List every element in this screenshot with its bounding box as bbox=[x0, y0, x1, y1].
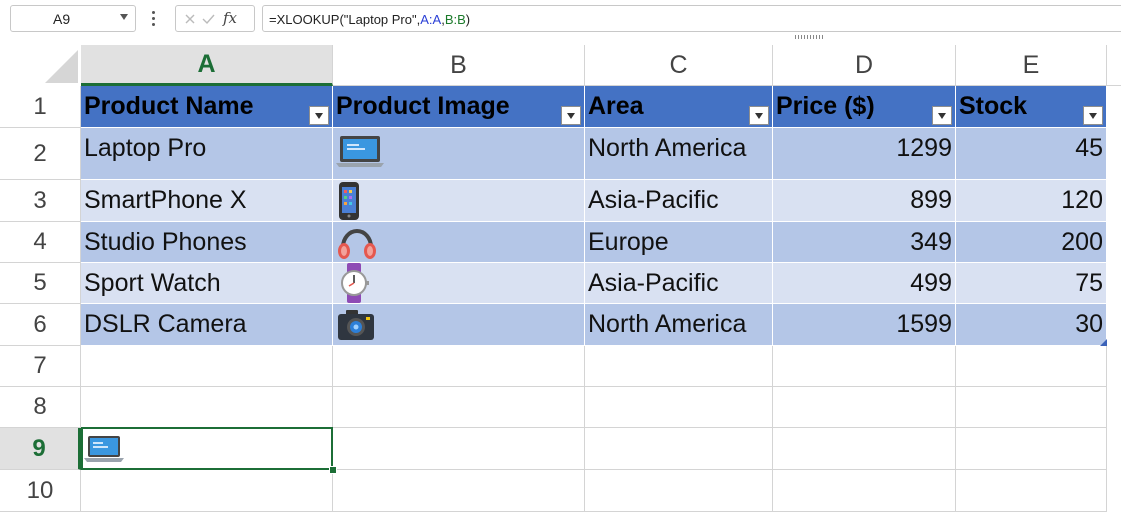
cell-selection-outline bbox=[81, 427, 333, 470]
table-cell[interactable]: 75 bbox=[956, 263, 1107, 304]
column-header-f[interactable] bbox=[1107, 45, 1121, 86]
empty-cell[interactable] bbox=[773, 346, 956, 387]
formula-ref-b: B:B bbox=[444, 12, 466, 27]
empty-cell[interactable] bbox=[773, 428, 956, 470]
empty-cell[interactable] bbox=[333, 387, 585, 428]
formula-ref-a: A:A bbox=[420, 12, 442, 27]
empty-cell[interactable] bbox=[585, 428, 773, 470]
filter-dropdown-icon[interactable] bbox=[1083, 106, 1103, 125]
table-header-cell[interactable]: Stock bbox=[956, 86, 1107, 128]
empty-cell[interactable] bbox=[333, 470, 585, 512]
table-cell[interactable]: 899 bbox=[773, 180, 956, 222]
table-cell[interactable]: 200 bbox=[956, 222, 1107, 263]
formula-bar-resize-grip[interactable] bbox=[795, 35, 825, 39]
table-cell[interactable]: 30 bbox=[956, 304, 1107, 346]
column-header-b[interactable]: B bbox=[333, 45, 585, 86]
row-header-3[interactable]: 3 bbox=[0, 180, 81, 222]
fill-handle[interactable] bbox=[329, 466, 337, 474]
row-header-10[interactable]: 10 bbox=[0, 470, 81, 512]
empty-cell[interactable] bbox=[81, 387, 333, 428]
camera-icon bbox=[338, 309, 374, 340]
table-cell[interactable]: North America bbox=[585, 128, 773, 180]
row-header-4[interactable]: 4 bbox=[0, 222, 81, 263]
smartphone-icon bbox=[339, 181, 359, 220]
header-label-stock: Stock bbox=[959, 92, 1028, 120]
table-cell[interactable]: 1599 bbox=[773, 304, 956, 346]
empty-cell[interactable] bbox=[956, 346, 1107, 387]
table-header-cell[interactable]: Price ($) bbox=[773, 86, 956, 128]
filter-dropdown-icon[interactable] bbox=[561, 106, 581, 125]
table-cell[interactable] bbox=[333, 180, 585, 222]
header-label-area: Area bbox=[588, 92, 644, 120]
laptop-icon bbox=[336, 136, 384, 167]
headphones-icon bbox=[338, 229, 376, 259]
filter-dropdown-icon[interactable] bbox=[749, 106, 769, 125]
empty-cell[interactable] bbox=[333, 428, 585, 470]
table-cell[interactable]: DSLR Camera bbox=[81, 304, 333, 346]
name-box-value: A9 bbox=[53, 11, 71, 27]
watch-icon bbox=[341, 263, 369, 303]
header-label-product-name: Product Name bbox=[84, 92, 254, 120]
table-cell[interactable]: Europe bbox=[585, 222, 773, 263]
table-cell[interactable]: 499 bbox=[773, 263, 956, 304]
filter-dropdown-icon[interactable] bbox=[309, 106, 329, 125]
column-header-e[interactable]: E bbox=[956, 45, 1107, 86]
table-header-cell[interactable]: Product Image bbox=[333, 86, 585, 128]
table-cell[interactable]: Studio Phones bbox=[81, 222, 333, 263]
empty-cell[interactable] bbox=[585, 387, 773, 428]
table-cell[interactable]: 1299 bbox=[773, 128, 956, 180]
formula-buttons: fx bbox=[175, 5, 255, 32]
row-header-1[interactable]: 1 bbox=[0, 86, 81, 128]
empty-cell[interactable] bbox=[81, 346, 333, 387]
filter-dropdown-icon[interactable] bbox=[932, 106, 952, 125]
column-header-c[interactable]: C bbox=[585, 45, 773, 86]
row-header-8[interactable]: 8 bbox=[0, 387, 81, 428]
empty-cell[interactable] bbox=[333, 346, 585, 387]
empty-cell[interactable] bbox=[773, 387, 956, 428]
table-cell[interactable]: Sport Watch bbox=[81, 263, 333, 304]
table-cell[interactable]: Laptop Pro bbox=[81, 128, 333, 180]
table-cell[interactable] bbox=[333, 263, 585, 304]
table-cell[interactable] bbox=[333, 128, 585, 180]
name-box[interactable]: A9 bbox=[10, 5, 136, 32]
row-header-7[interactable]: 7 bbox=[0, 346, 81, 387]
table-cell[interactable] bbox=[333, 222, 585, 263]
empty-cell[interactable] bbox=[81, 470, 333, 512]
formula-text: =XLOOKUP("Laptop Pro", bbox=[269, 12, 421, 27]
insert-function-icon[interactable]: fx bbox=[223, 9, 237, 27]
more-options-icon[interactable] bbox=[152, 11, 155, 27]
empty-cell[interactable] bbox=[956, 387, 1107, 428]
table-cell[interactable]: Asia-Pacific bbox=[585, 263, 773, 304]
table-cell[interactable] bbox=[333, 304, 585, 346]
row-header-6[interactable]: 6 bbox=[0, 304, 81, 346]
formula-input[interactable]: =XLOOKUP("Laptop Pro",A:A,B:B) bbox=[262, 5, 1121, 32]
row-header-5[interactable]: 5 bbox=[0, 263, 81, 304]
formula-close: ) bbox=[465, 12, 471, 27]
table-header-cell[interactable]: Area bbox=[585, 86, 773, 128]
formula-bar: A9 fx =XLOOKUP("Laptop Pro",A:A,B:B) bbox=[0, 0, 1121, 40]
empty-cell[interactable] bbox=[585, 346, 773, 387]
header-label-price: Price ($) bbox=[776, 92, 875, 120]
row-header-9[interactable]: 9 bbox=[0, 428, 81, 470]
table-cell[interactable]: North America bbox=[585, 304, 773, 346]
header-label-product-image: Product Image bbox=[336, 92, 510, 120]
empty-cell[interactable] bbox=[773, 470, 956, 512]
column-header-d[interactable]: D bbox=[773, 45, 956, 86]
column-header-a[interactable]: A bbox=[81, 45, 333, 86]
empty-cell[interactable] bbox=[585, 470, 773, 512]
row-header-2[interactable]: 2 bbox=[0, 128, 81, 180]
table-cell[interactable]: 120 bbox=[956, 180, 1107, 222]
empty-cell[interactable] bbox=[956, 470, 1107, 512]
table-cell[interactable]: 45 bbox=[956, 128, 1107, 180]
table-cell[interactable]: 349 bbox=[773, 222, 956, 263]
select-all-corner[interactable] bbox=[0, 45, 81, 86]
table-header-cell[interactable]: Product Name bbox=[81, 86, 333, 128]
table-cell[interactable]: Asia-Pacific bbox=[585, 180, 773, 222]
empty-cell[interactable] bbox=[956, 428, 1107, 470]
cancel-icon[interactable] bbox=[176, 6, 256, 33]
chevron-down-icon[interactable] bbox=[120, 14, 128, 20]
table-cell[interactable]: SmartPhone X bbox=[81, 180, 333, 222]
